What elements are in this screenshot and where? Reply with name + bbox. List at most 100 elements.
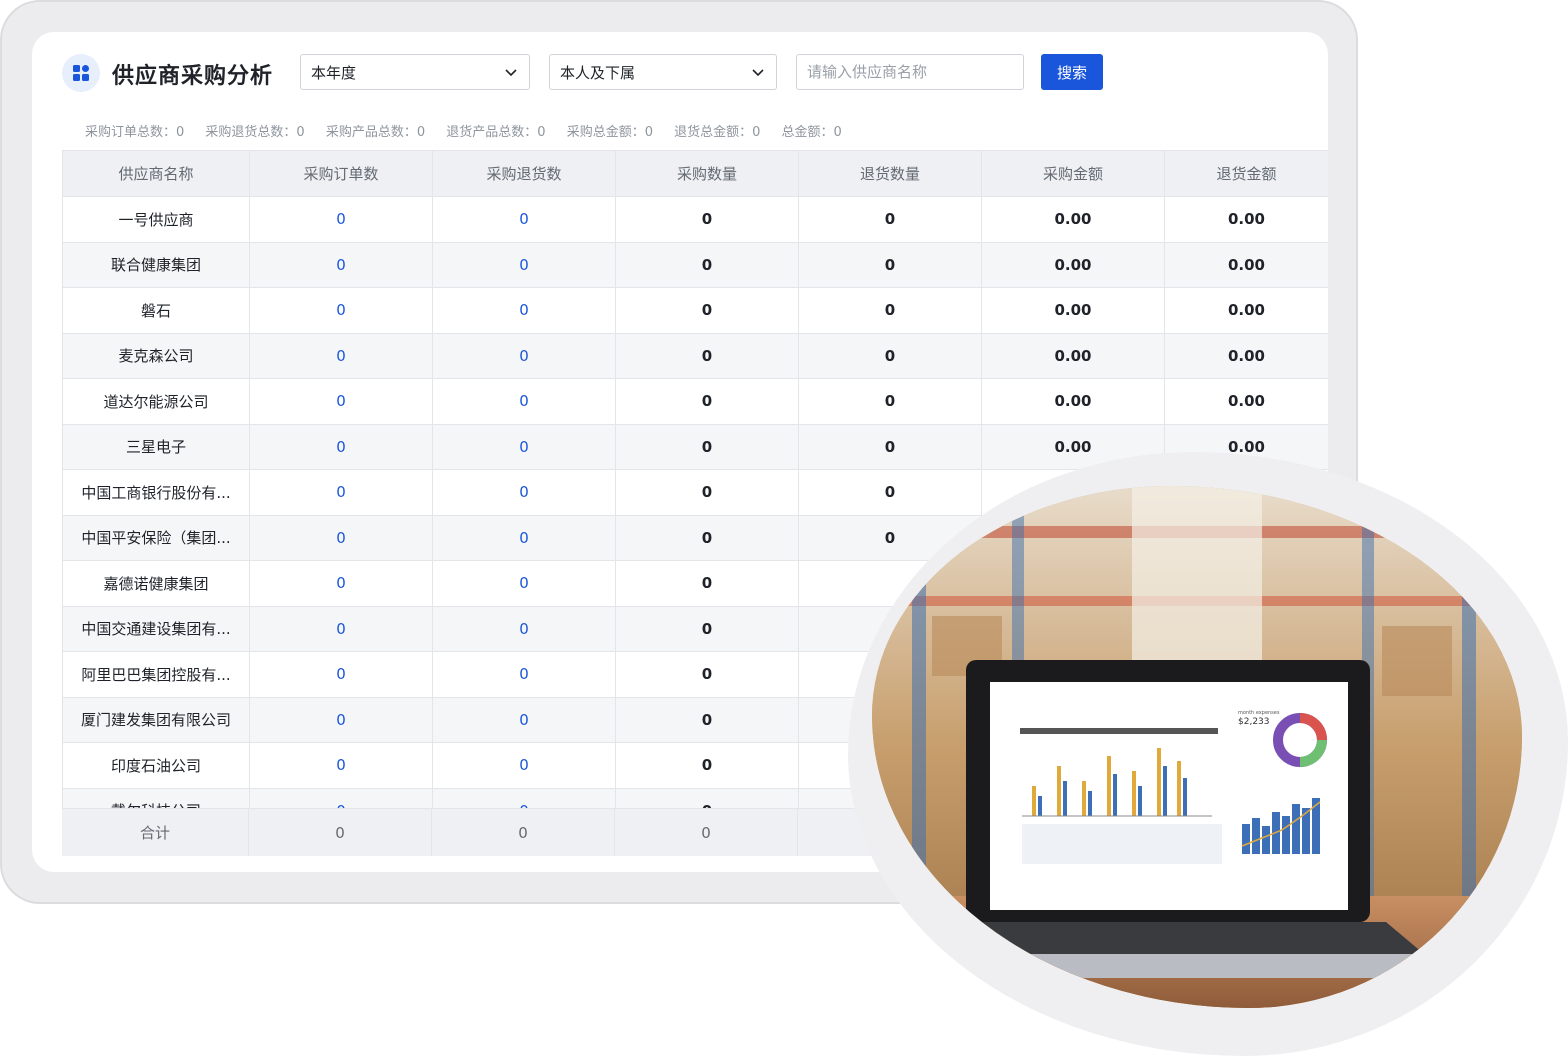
count-link[interactable]: 0 xyxy=(249,332,433,379)
scope-select[interactable]: 本人及下属 xyxy=(549,54,777,90)
value-cell: 0 xyxy=(615,560,799,607)
stat-purchase-amount: 采购总金额：0 xyxy=(566,125,653,140)
count-link[interactable]: 0 xyxy=(249,514,433,561)
count-link[interactable]: 0 xyxy=(249,287,433,334)
supplier-name-cell: 中国平安保险（集团... xyxy=(62,514,250,561)
count-link[interactable]: 0 xyxy=(249,742,433,789)
value-cell: 0 xyxy=(615,287,799,334)
supplier-name-cell: 厦门建发集团有限公司 xyxy=(62,696,250,743)
count-link[interactable]: 0 xyxy=(249,469,433,516)
chevron-down-icon xyxy=(505,69,517,77)
count-link[interactable]: 0 xyxy=(249,560,433,607)
table-row: 磐石 0 0 0 0 0.00 0.00 xyxy=(62,287,1328,334)
count-link[interactable]: 0 xyxy=(249,196,433,243)
supplier-name-cell: 阿里巴巴集团控股有... xyxy=(62,651,250,698)
value-cell: 0 xyxy=(798,423,982,470)
value-cell: 0 xyxy=(798,378,982,425)
value-cell: 0.00 xyxy=(1164,241,1328,288)
count-link[interactable]: 0 xyxy=(432,423,616,470)
value-cell: 0 xyxy=(615,332,799,379)
count-link[interactable]: 0 xyxy=(432,241,616,288)
count-link[interactable]: 0 xyxy=(432,651,616,698)
year-select-value: 本年度 xyxy=(311,63,357,82)
value-cell: 0.00 xyxy=(981,196,1165,243)
column-header: 采购退货数 xyxy=(432,150,616,197)
supplier-search-input[interactable] xyxy=(796,54,1024,90)
count-link[interactable]: 0 xyxy=(432,332,616,379)
value-cell: 0.00 xyxy=(981,241,1165,288)
search-button[interactable]: 搜索 xyxy=(1041,54,1103,90)
count-link[interactable]: 0 xyxy=(432,696,616,743)
page-title: 供应商采购分析 xyxy=(112,64,274,89)
value-cell: 0.00 xyxy=(981,287,1165,334)
supplier-name-cell: 联合健康集团 xyxy=(62,241,250,288)
count-link[interactable]: 0 xyxy=(249,696,433,743)
supplier-name-cell: 中国交通建设集团有... xyxy=(62,605,250,652)
value-cell: 0 xyxy=(615,196,799,243)
value-cell: 0.00 xyxy=(981,378,1165,425)
value-cell: 0.00 xyxy=(1164,196,1328,243)
supplier-name-cell: 磐石 xyxy=(62,287,250,334)
total-label: 合计 xyxy=(62,809,249,856)
laptop-caption: month expenses xyxy=(1238,710,1280,716)
total-cell: 0 xyxy=(249,809,432,856)
column-header: 采购数量 xyxy=(615,150,799,197)
count-link[interactable]: 0 xyxy=(432,560,616,607)
count-link[interactable]: 0 xyxy=(249,651,433,698)
summary-stats: 采购订单总数：0 采购退货总数：0 采购产品总数：0 退货产品总数：0 采购总金… xyxy=(85,121,859,140)
table-row: 一号供应商 0 0 0 0 0.00 0.00 xyxy=(62,196,1328,243)
count-link[interactable]: 0 xyxy=(432,514,616,561)
value-cell: 0 xyxy=(615,469,799,516)
value-cell: 0 xyxy=(615,423,799,470)
stat-return-amount: 退货总金额：0 xyxy=(674,125,761,140)
count-link[interactable]: 0 xyxy=(432,196,616,243)
supplier-name-cell: 麦克森公司 xyxy=(62,332,250,379)
value-cell: 0.00 xyxy=(1164,287,1328,334)
column-header: 退货数量 xyxy=(798,150,982,197)
value-cell: 0 xyxy=(615,651,799,698)
count-link[interactable]: 0 xyxy=(432,287,616,334)
stat-return-total: 采购退货总数：0 xyxy=(205,125,305,140)
total-cell: 0 xyxy=(615,809,798,856)
toolbar: 供应商采购分析 本年度 本人及下属 搜索 xyxy=(32,32,1328,116)
value-cell: 0 xyxy=(798,196,982,243)
count-link[interactable]: 0 xyxy=(432,605,616,652)
value-cell: 0 xyxy=(798,332,982,379)
value-cell: 0 xyxy=(615,605,799,652)
supplier-name-cell: 中国工商银行股份有... xyxy=(62,469,250,516)
count-link[interactable]: 0 xyxy=(249,378,433,425)
total-cell: 0 xyxy=(432,809,615,856)
value-cell: 0 xyxy=(798,241,982,288)
supplier-name-cell: 一号供应商 xyxy=(62,196,250,243)
value-cell: 0.00 xyxy=(1164,332,1328,379)
value-cell: 0 xyxy=(798,469,982,516)
count-link[interactable]: 0 xyxy=(432,378,616,425)
supplier-name-cell: 印度石油公司 xyxy=(62,742,250,789)
stat-grand-total: 总金额：0 xyxy=(781,125,842,140)
column-header: 退货金额 xyxy=(1164,150,1328,197)
supplier-name-cell: 嘉德诺健康集团 xyxy=(62,560,250,607)
table-row: 联合健康集团 0 0 0 0 0.00 0.00 xyxy=(62,241,1328,288)
count-link[interactable]: 0 xyxy=(249,605,433,652)
value-cell: 0.00 xyxy=(1164,378,1328,425)
value-cell: 0 xyxy=(615,378,799,425)
table-header-row: 供应商名称 采购订单数 采购退货数 采购数量 退货数量 采购金额 退货金额 xyxy=(62,150,1328,197)
value-cell: 0.00 xyxy=(981,332,1165,379)
dashboard-icon xyxy=(62,54,100,92)
column-header: 采购金额 xyxy=(981,150,1165,197)
count-link[interactable]: 0 xyxy=(432,742,616,789)
value-cell: 0 xyxy=(615,241,799,288)
stat-product-total: 采购产品总数：0 xyxy=(325,125,426,140)
stat-order-total: 采购订单总数：0 xyxy=(85,125,185,140)
year-select[interactable]: 本年度 xyxy=(300,54,530,90)
value-cell: 0 xyxy=(615,742,799,789)
count-link[interactable]: 0 xyxy=(249,423,433,470)
table-row: 麦克森公司 0 0 0 0 0.00 0.00 xyxy=(62,332,1328,379)
supplier-name-cell: 三星电子 xyxy=(62,423,250,470)
count-link[interactable]: 0 xyxy=(432,469,616,516)
scope-select-value: 本人及下属 xyxy=(560,63,636,82)
count-link[interactable]: 0 xyxy=(249,241,433,288)
supplier-name-cell: 道达尔能源公司 xyxy=(62,378,250,425)
value-cell: 0 xyxy=(615,514,799,561)
value-cell: 0 xyxy=(798,287,982,334)
